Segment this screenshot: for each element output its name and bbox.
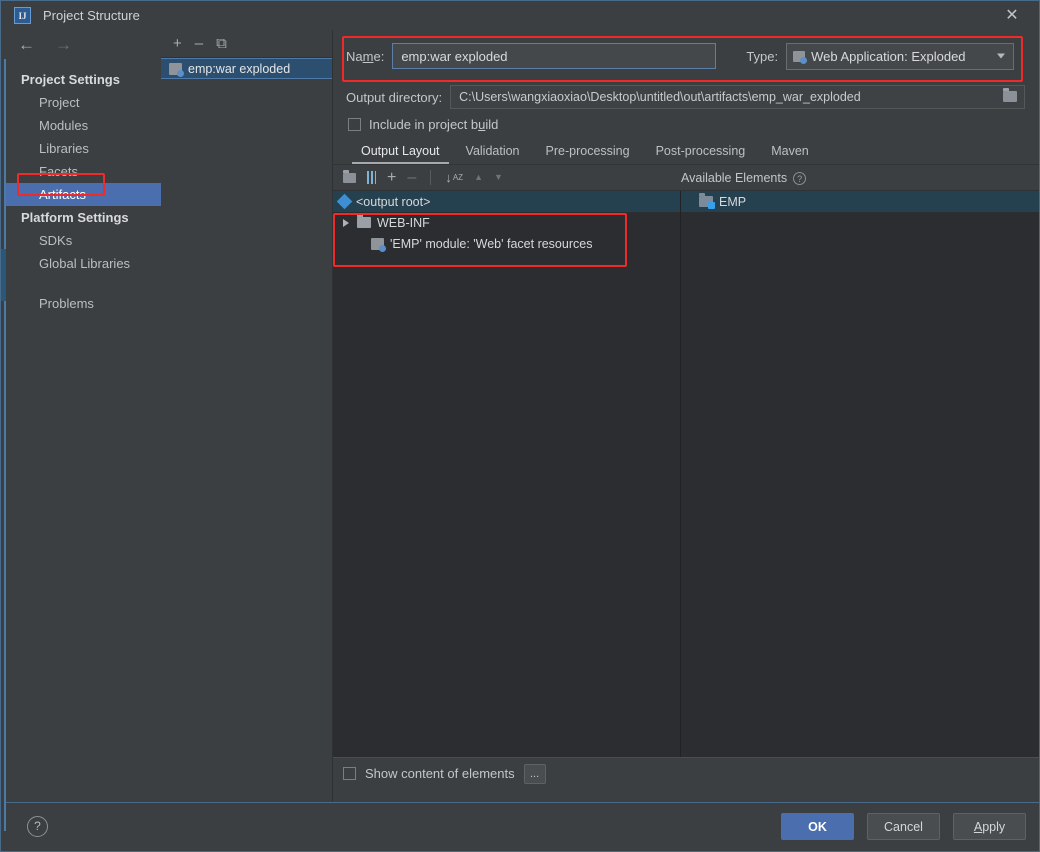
arrow-right-icon[interactable]: → bbox=[55, 36, 72, 53]
sidebar-item-sdks[interactable]: SDKs bbox=[6, 229, 161, 252]
tree-row[interactable]: WEB-INF bbox=[333, 212, 680, 233]
artifact-name-input[interactable]: emp:war exploded bbox=[392, 43, 717, 69]
dialog-footer: ? OK Cancel Apply bbox=[6, 802, 1039, 850]
nav-history-controls: ← → bbox=[6, 30, 161, 59]
output-directory-input[interactable]: C:\Users\wangxiaoxiao\Desktop\untitled\o… bbox=[450, 85, 1025, 109]
tab-maven[interactable]: Maven bbox=[758, 141, 822, 164]
sidebar-item-problems[interactable]: Problems bbox=[6, 292, 161, 315]
title-bar: IJ Project Structure ✕ bbox=[1, 1, 1039, 30]
sidebar-item-global-libraries[interactable]: Global Libraries bbox=[6, 252, 161, 275]
create-directory-button[interactable] bbox=[343, 169, 356, 183]
artifacts-toolbar: + – ⧉ bbox=[161, 30, 332, 58]
sidebar-item-libraries[interactable]: Libraries bbox=[6, 137, 161, 160]
remove-artifact-button[interactable]: – bbox=[195, 36, 203, 51]
include-in-build-checkbox[interactable] bbox=[348, 117, 361, 131]
help-button[interactable]: ? bbox=[27, 816, 48, 837]
tab-validation[interactable]: Validation bbox=[453, 141, 533, 164]
tree-row-label: 'EMP' module: 'Web' facet resources bbox=[390, 236, 593, 251]
include-in-build-label: Include in project build bbox=[369, 116, 499, 132]
available-element-label: EMP bbox=[719, 194, 747, 209]
tree-row[interactable]: <output root> bbox=[333, 191, 680, 212]
add-artifact-button[interactable]: + bbox=[173, 36, 182, 51]
output-directory-row: Output directory: C:\Users\wangxiaoxiao\… bbox=[333, 84, 1039, 110]
sidebar-item-artifacts[interactable]: Artifacts bbox=[6, 183, 161, 206]
artifact-icon bbox=[169, 62, 184, 77]
tree-row[interactable]: 'EMP' module: 'Web' facet resources bbox=[333, 233, 680, 254]
output-directory-label: Output directory: bbox=[346, 89, 443, 105]
settings-sidebar: ← → Project Settings Project Modules Lib… bbox=[6, 30, 161, 802]
artifact-name-value: emp:war exploded bbox=[401, 48, 508, 64]
artifact-detail-pane: Name: emp:war exploded Type: Web Applica… bbox=[333, 30, 1039, 802]
tab-pre-processing[interactable]: Pre-processing bbox=[533, 141, 643, 164]
artifact-type-select[interactable]: Web Application: Exploded bbox=[786, 42, 1015, 70]
web-module-icon bbox=[699, 193, 715, 209]
artifacts-list-panel: + – ⧉ emp:war exploded bbox=[161, 30, 333, 802]
ok-button[interactable]: OK bbox=[781, 813, 854, 840]
sidebar-item-facets[interactable]: Facets bbox=[6, 160, 161, 183]
sidebar-item-modules[interactable]: Modules bbox=[6, 114, 161, 137]
module-icon bbox=[371, 237, 386, 252]
detail-tabs: Output Layout Validation Pre-processing … bbox=[333, 138, 1039, 165]
close-icon[interactable]: ✕ bbox=[1001, 7, 1023, 25]
chevron-down-icon bbox=[997, 53, 1006, 59]
remove-element-button[interactable]: – bbox=[407, 169, 416, 186]
output-layout-toolbar: + – ↓ AZ ▲ ▼ Available Elements ? bbox=[333, 165, 1039, 191]
nav-group-platform-settings: Platform Settings bbox=[21, 210, 129, 225]
list-item[interactable]: EMP bbox=[681, 191, 1039, 212]
show-content-options-button[interactable]: ... bbox=[523, 763, 546, 784]
available-elements-label: Available Elements bbox=[681, 171, 788, 185]
window-title: Project Structure bbox=[43, 8, 140, 23]
create-archive-button[interactable] bbox=[367, 171, 376, 184]
question-mark-icon[interactable]: ? bbox=[793, 171, 807, 185]
folder-icon bbox=[357, 214, 371, 228]
tab-post-processing[interactable]: Post-processing bbox=[643, 141, 759, 164]
tree-row-label: WEB-INF bbox=[377, 215, 430, 230]
cancel-button[interactable]: Cancel bbox=[867, 813, 940, 840]
available-elements-pane: EMP bbox=[681, 191, 1039, 757]
apply-button[interactable]: Apply bbox=[953, 813, 1026, 840]
arrow-left-icon[interactable]: ← bbox=[18, 36, 35, 53]
toolbar-divider bbox=[430, 170, 432, 185]
nav-group-project-settings: Project Settings bbox=[21, 72, 120, 87]
layout-panes: <output root> WEB-INF 'EMP' module: 'Web… bbox=[333, 191, 1039, 757]
add-element-button[interactable]: + bbox=[387, 169, 396, 186]
chevron-right-icon[interactable] bbox=[343, 218, 349, 227]
output-directory-value: C:\Users\wangxiaoxiao\Desktop\untitled\o… bbox=[459, 90, 861, 104]
include-in-build-row: Include in project build bbox=[333, 110, 1039, 138]
name-label: Name: bbox=[346, 48, 385, 64]
output-layout-tree: <output root> WEB-INF 'EMP' module: 'Web… bbox=[333, 191, 681, 757]
settings-nav-list: Project Settings Project Modules Librari… bbox=[6, 68, 161, 315]
show-content-row: Show content of elements ... bbox=[333, 757, 1039, 789]
sidebar-item-project[interactable]: Project bbox=[6, 91, 161, 114]
artifact-type-value: Web Application: Exploded bbox=[811, 48, 966, 64]
tree-row-label: <output root> bbox=[356, 194, 431, 209]
move-up-button[interactable]: ▲ bbox=[474, 173, 483, 182]
list-item[interactable]: emp:war exploded bbox=[161, 58, 332, 79]
show-content-checkbox[interactable] bbox=[343, 767, 356, 780]
output-root-icon bbox=[336, 193, 353, 210]
folder-icon[interactable] bbox=[1003, 88, 1020, 105]
type-label: Type: bbox=[746, 48, 779, 64]
move-down-button[interactable]: ▼ bbox=[494, 173, 503, 182]
project-structure-dialog: IJ Project Structure ✕ ← → Project Setti… bbox=[0, 0, 1040, 852]
app-icon: IJ bbox=[14, 7, 31, 24]
artifact-label: emp:war exploded bbox=[188, 61, 291, 76]
tab-output-layout[interactable]: Output Layout bbox=[348, 141, 453, 164]
artifact-icon bbox=[793, 50, 808, 64]
name-type-row: Name: emp:war exploded Type: Web Applica… bbox=[333, 30, 1039, 82]
copy-artifact-button[interactable]: ⧉ bbox=[216, 36, 227, 51]
show-content-label: Show content of elements bbox=[365, 766, 515, 781]
sort-button[interactable]: ↓ AZ bbox=[445, 171, 463, 184]
